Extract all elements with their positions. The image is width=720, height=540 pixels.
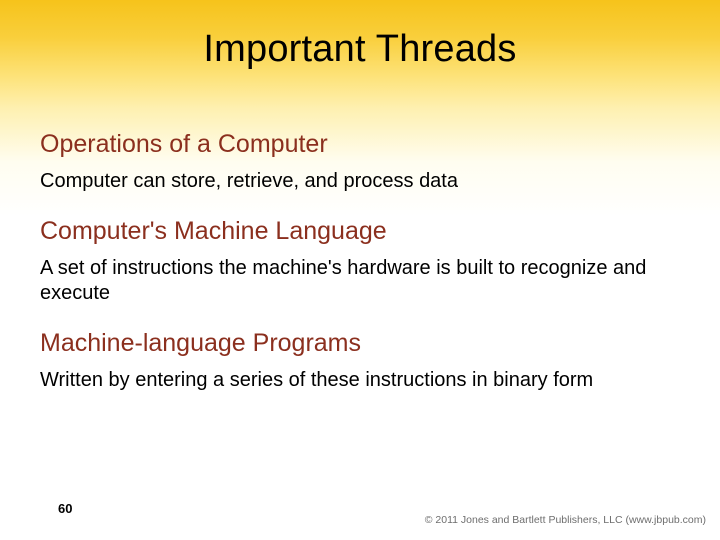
copyright-notice: © 2011 Jones and Bartlett Publishers, LL…: [425, 514, 706, 526]
section-heading: Operations of a Computer: [40, 130, 680, 159]
section-heading: Computer's Machine Language: [40, 217, 680, 246]
section-body: A set of instructions the machine's hard…: [40, 256, 680, 305]
section-heading: Machine-language Programs: [40, 329, 680, 358]
slide-title: Important Threads: [0, 28, 720, 71]
section-body: Computer can store, retrieve, and proces…: [40, 169, 680, 193]
page-number: 60: [58, 501, 72, 516]
slide-content: Operations of a Computer Computer can st…: [40, 130, 680, 417]
slide: Important Threads Operations of a Comput…: [0, 0, 720, 540]
section-body: Written by entering a series of these in…: [40, 368, 680, 392]
